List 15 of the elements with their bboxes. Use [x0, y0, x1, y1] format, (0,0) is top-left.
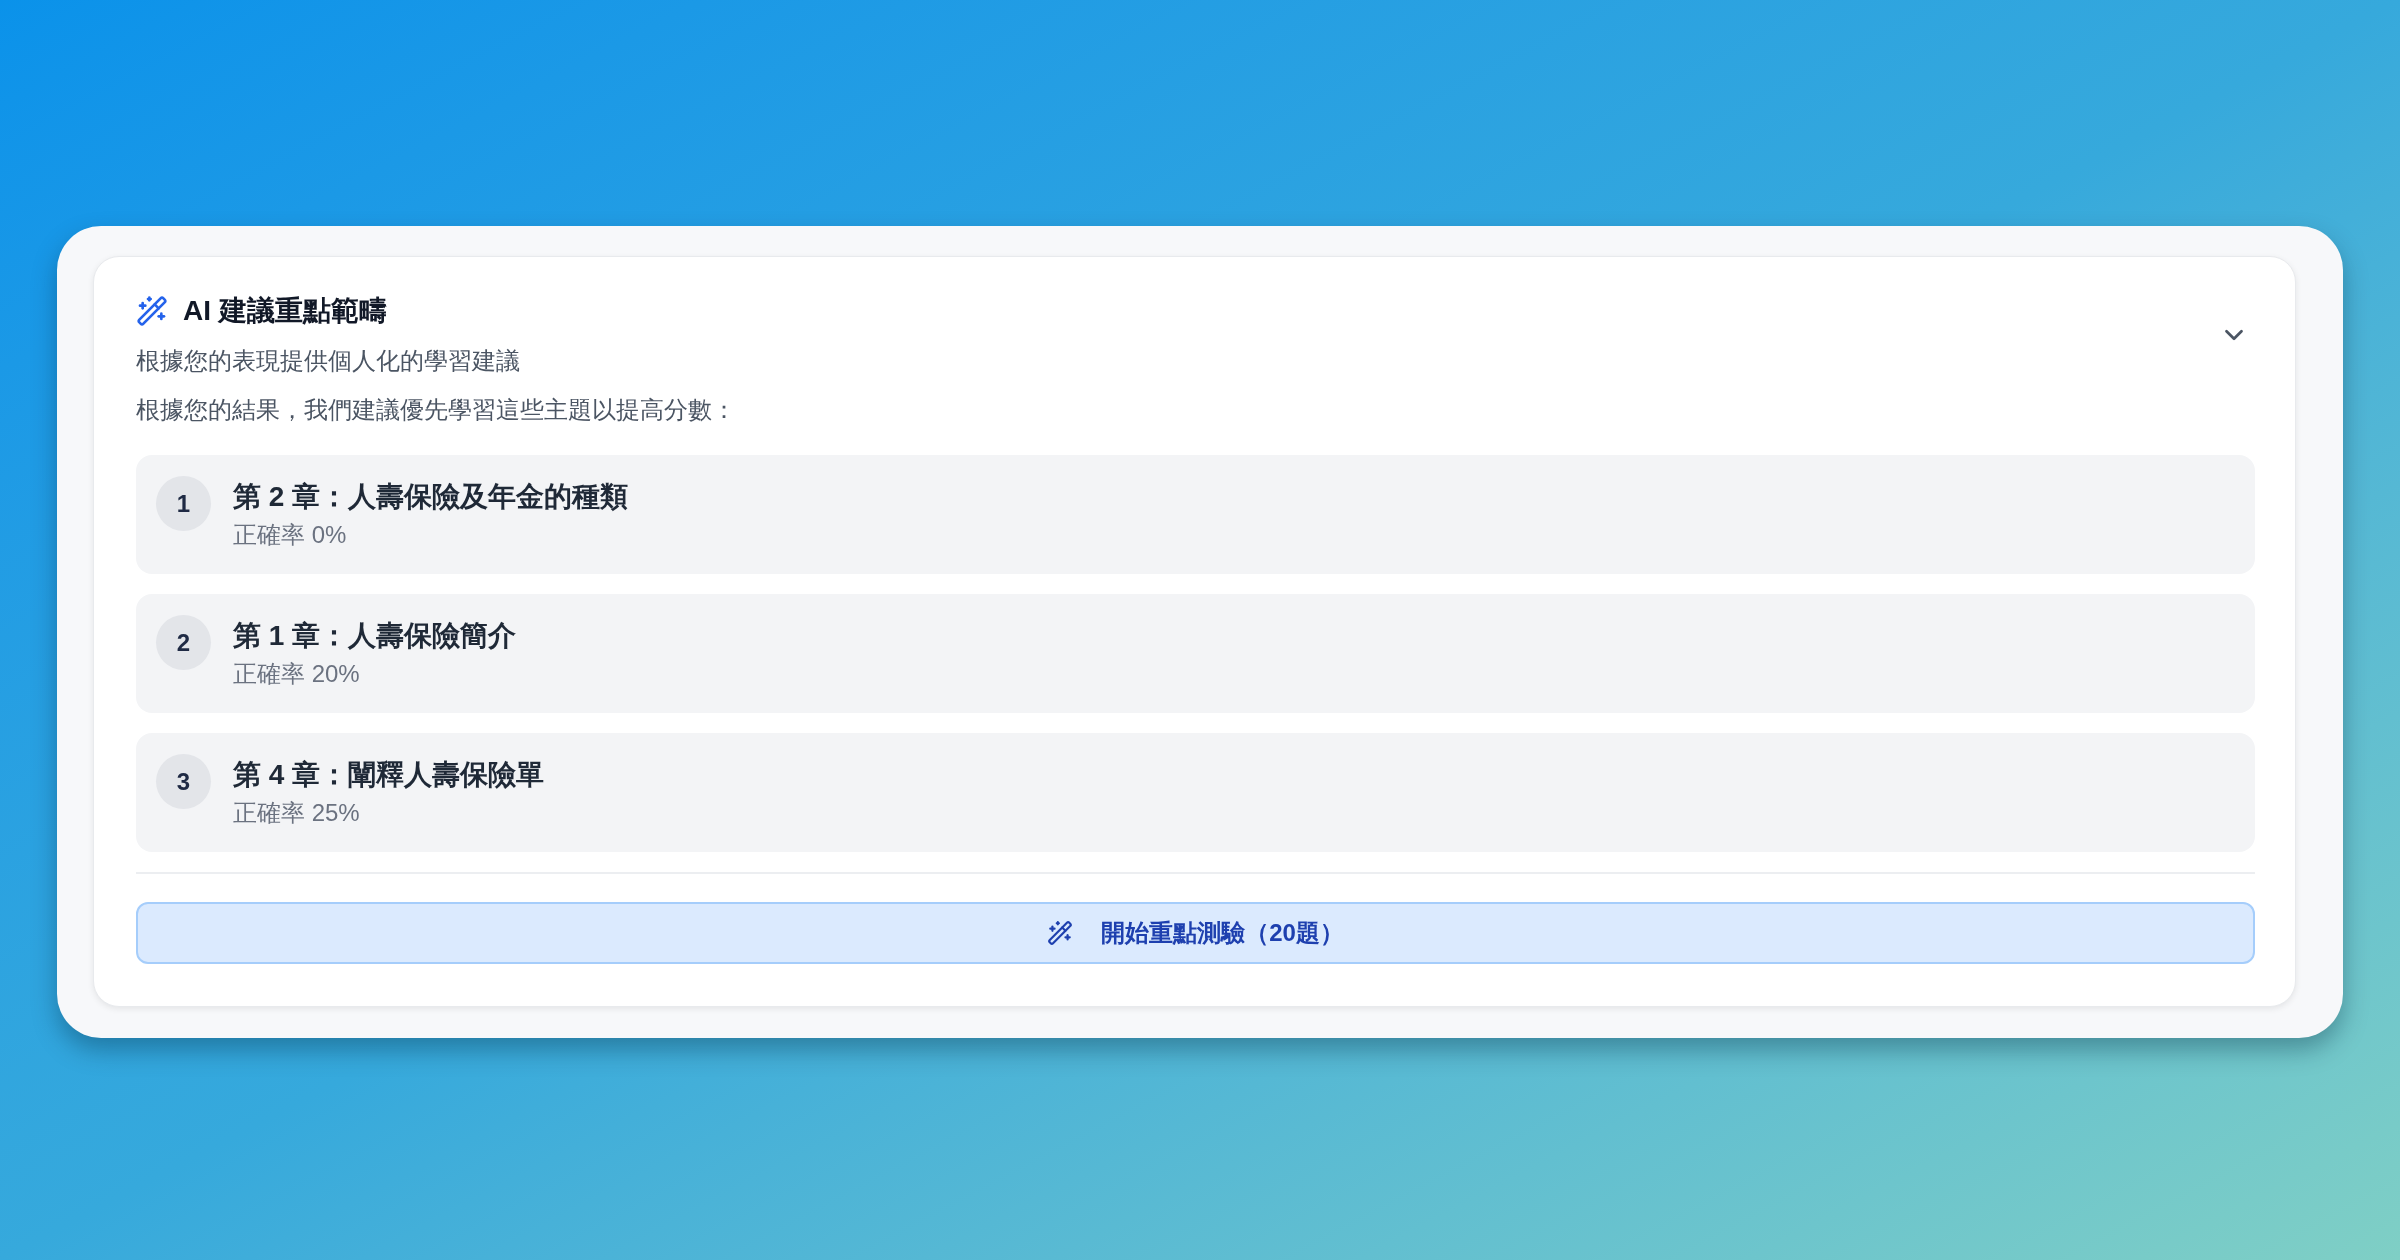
magic-wand-icon — [1047, 920, 1074, 946]
accuracy-text: 正確率 25% — [233, 798, 360, 828]
rank-badge: 3 — [156, 754, 211, 809]
magic-wand-icon — [136, 295, 168, 327]
panel-title: AI 建議重點範疇 — [183, 294, 387, 328]
accuracy-text: 正確率 0% — [233, 520, 347, 550]
topic-title: 第 4 章：闡釋人壽保險單 — [233, 758, 545, 792]
intro-text: 根據您的結果，我們建議優先學習這些主題以提高分數： — [136, 395, 736, 425]
rank-badge: 1 — [156, 476, 211, 531]
accuracy-text: 正確率 20% — [233, 659, 360, 689]
panel-subtitle: 根據您的表現提供個人化的學習建議 — [136, 346, 520, 376]
start-quiz-button[interactable]: 開始重點測驗（20題） — [136, 902, 2255, 964]
topic-title: 第 2 章：人壽保險及年金的種類 — [233, 480, 629, 514]
rank-badge: 2 — [156, 615, 211, 670]
topic-title: 第 1 章：人壽保險簡介 — [233, 619, 517, 653]
